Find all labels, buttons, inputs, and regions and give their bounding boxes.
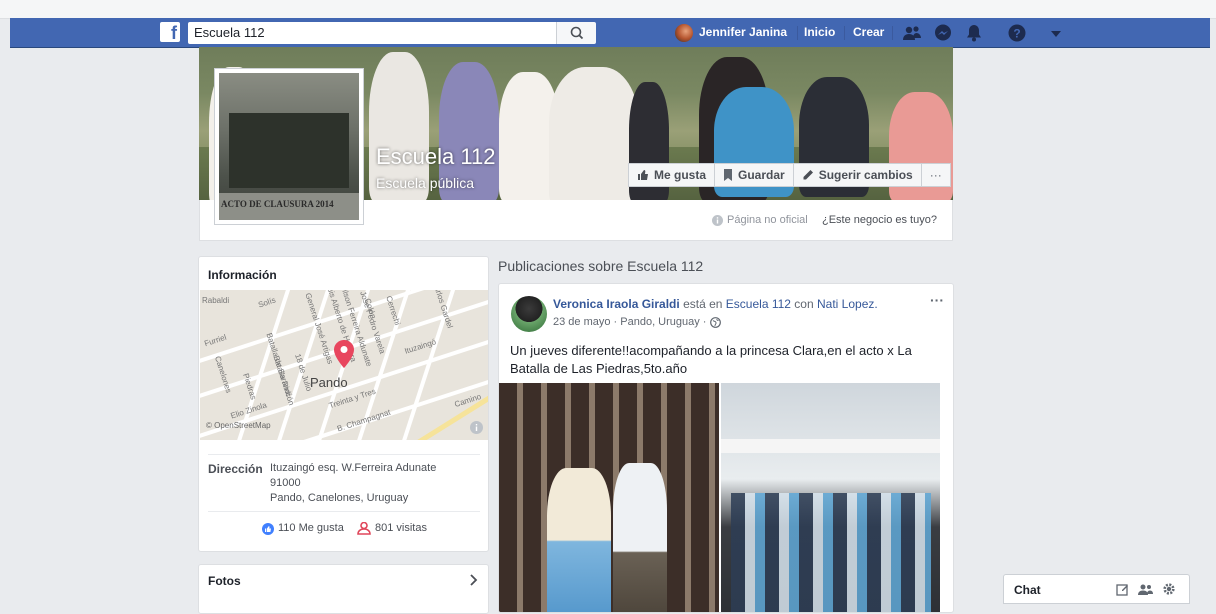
unofficial-page-label: Página no oficial [727,214,808,226]
avatar [675,24,693,42]
user-name-label: Jennifer Janina [699,25,788,39]
photos-card[interactable]: Fotos [198,564,489,614]
map-attribution: © OpenStreetMap [206,421,271,430]
help-icon[interactable]: ? [1008,24,1026,42]
building-shape [229,113,349,188]
suggest-edits-button[interactable]: Sugerir cambios [792,163,922,187]
nav-create-link[interactable]: Crear [853,18,884,47]
top-navigation-bar: f Jennifer Janina Inicio Crear ? [10,18,1210,48]
claim-business-link[interactable]: ¿Este negocio es tuyo? [822,214,937,226]
visits-count-label: 801 visitas [375,522,427,534]
browser-strip [0,0,1216,19]
photo-crowd [731,493,931,612]
nav-divider [844,26,845,40]
address-line-1: Ituzaingó esq. W.Ferreira Adunate [270,462,437,474]
photo-child-boy [613,463,667,612]
post-header: Veronica Iraola Giraldi está en Escuela … [553,297,878,311]
like-button-label: Me gusta [654,168,707,182]
group-chat-icon[interactable] [1138,583,1153,596]
info-icon [712,214,723,226]
check-in-person-icon [357,522,371,535]
thumbs-up-icon [638,170,648,180]
map-street-label: Solís [257,295,277,310]
likes-count-link[interactable]: 110 Me gusta [262,521,344,536]
map-info-icon[interactable] [470,421,483,434]
divider [208,511,480,512]
address-line-3: Pando, Canelones, Uruguay [270,492,409,504]
page-actions-bar: Me gusta Guardar Sugerir cambios ··· [628,163,951,187]
new-message-icon[interactable] [1116,583,1129,596]
cover-figure [549,67,639,200]
nav-home-link[interactable]: Inicio [804,18,835,47]
address-label: Dirección [208,462,263,476]
save-page-button[interactable]: Guardar [714,163,794,187]
profile-caption-text: ACTO DE CLAUSURA 2014 [221,199,334,209]
unofficial-page-notice: Página no oficial [712,214,808,226]
post-options-button[interactable]: ··· [930,292,944,308]
chevron-right-icon[interactable] [470,574,478,586]
post-text-line-1: Un jueves diferente!!acompañando a la pr… [510,343,912,358]
page-title[interactable]: Escuela 112 [376,144,495,170]
like-badge-icon [262,522,274,535]
pencil-icon [803,170,813,180]
avatar[interactable] [511,296,547,332]
photos-title: Fotos [208,574,241,588]
address-line-2: 91000 [270,477,301,489]
photo-child-girl [547,468,611,612]
likes-count-label: 110 Me gusta [278,522,344,534]
search-input[interactable] [188,22,556,44]
map-pin-icon [334,340,354,368]
post-text: Un jueves diferente!!acompañando a la pr… [510,342,912,378]
post-timestamp[interactable]: 23 de mayo · Pando, Uruguay · [553,316,706,328]
svg-text:?: ? [1013,27,1020,41]
information-title: Información [208,268,277,282]
nav-divider [797,26,798,40]
bookmark-icon [724,169,733,181]
more-options-label: ··· [929,168,942,182]
globe-icon [710,316,722,328]
friend-requests-icon[interactable] [903,24,921,42]
post-meta: 23 de mayo · Pando, Uruguay · [553,316,722,328]
chat-label: Chat [1014,583,1041,597]
photo-tent-roof [721,439,940,453]
facebook-logo-icon[interactable]: f [160,22,180,43]
chat-bar[interactable]: Chat [1003,574,1190,604]
search-icon [570,26,584,40]
like-page-button[interactable]: Me gusta [628,163,716,187]
save-button-label: Guardar [738,168,785,182]
notifications-bell-icon[interactable] [965,24,983,42]
post-text-line-2: Batalla de Las Piedras,5to.año [510,361,688,376]
profile-picture[interactable]: ACTO DE CLAUSURA 2014 [214,68,364,225]
posts-section-title: Publicaciones sobre Escuela 112 [498,258,704,274]
divider [208,454,480,455]
post-tagged-link[interactable]: Nati Lopez. [817,297,878,311]
map-city-label: Pando [310,375,348,390]
post-photo-2[interactable] [721,383,940,612]
gear-icon[interactable] [1162,582,1176,596]
post-card: Veronica Iraola Giraldi está en Escuela … [498,283,954,613]
nav-divider [892,26,893,40]
search-button[interactable] [556,22,596,44]
post-with-text: con [794,297,814,311]
map-street-label: Furriel [203,332,228,349]
location-map[interactable]: Rabaldi Solís Furriel General José Artig… [200,290,488,440]
suggest-button-label: Sugerir cambios [818,168,913,182]
messenger-icon[interactable] [934,24,952,42]
post-author-link[interactable]: Veronica Iraola Giraldi [553,297,680,311]
post-place-link[interactable]: Escuela 112 [726,297,791,311]
account-menu-chevron-down-icon[interactable] [1050,24,1062,42]
profile-photo: ACTO DE CLAUSURA 2014 [219,73,359,220]
more-options-button[interactable]: ··· [920,163,951,187]
visits-count-link[interactable]: 801 visitas [357,521,427,536]
post-photo-1[interactable] [499,383,719,612]
page-category[interactable]: Escuela pública [376,175,474,191]
map-street-label: Rabaldi [202,296,230,305]
post-is-at-text: está en [683,297,723,311]
